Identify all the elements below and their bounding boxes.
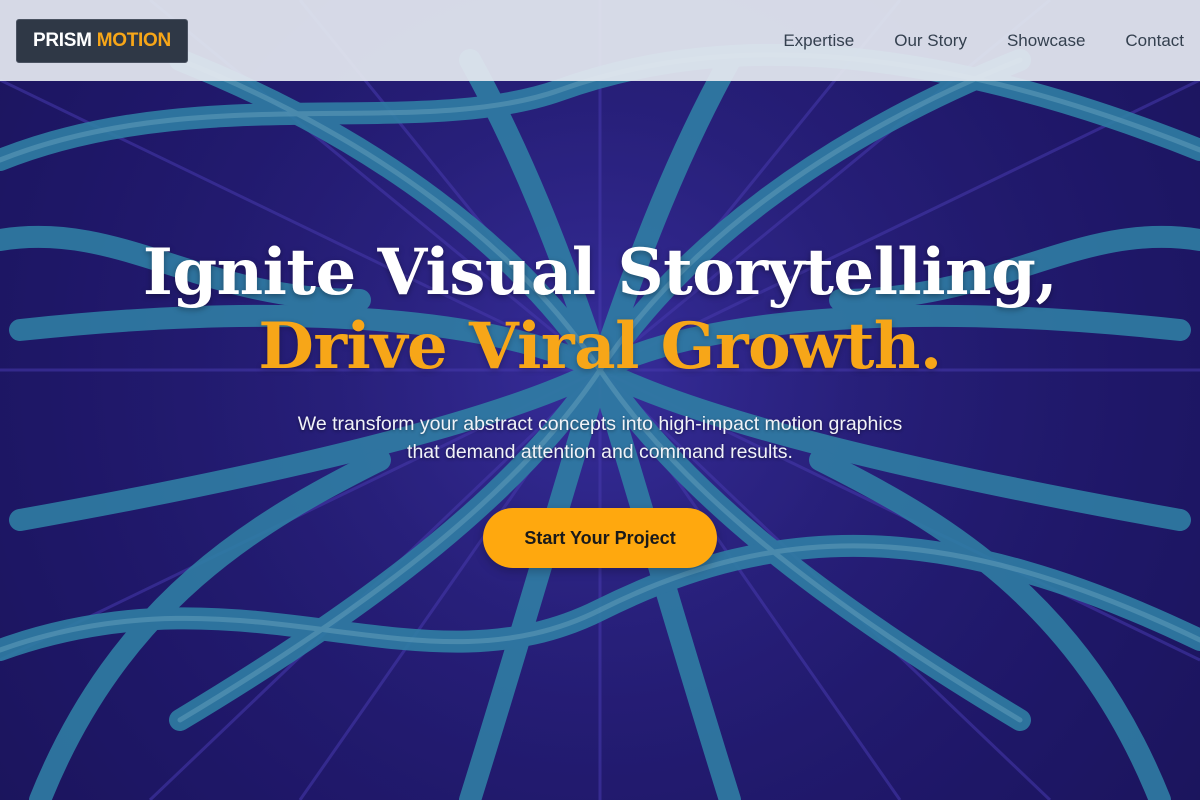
nav-item-expertise[interactable]: Expertise bbox=[783, 31, 854, 51]
start-project-button[interactable]: Start Your Project bbox=[483, 508, 717, 568]
nav-item-our-story[interactable]: Our Story bbox=[894, 31, 967, 51]
hero-subtext-line2: that demand attention and command result… bbox=[407, 441, 793, 463]
main-nav: Expertise Our Story Showcase Contact bbox=[783, 31, 1184, 51]
hero-subtext-line1: We transform your abstract concepts into… bbox=[297, 413, 903, 435]
brand-name-primary: PRISM bbox=[33, 29, 92, 51]
brand-name-accent: MOTION bbox=[96, 29, 172, 51]
hero-subtext: We transform your abstract concepts into… bbox=[0, 410, 1200, 466]
brand-logo[interactable]: PRISM MOTION bbox=[16, 18, 188, 63]
hero-headline: Ignite Visual Storytelling, Drive Viral … bbox=[0, 236, 1200, 384]
hero-headline-line2: Drive Viral Growth. bbox=[258, 309, 942, 384]
hero-section: Ignite Visual Storytelling, Drive Viral … bbox=[0, 236, 1200, 568]
landing-page: PRISM MOTION Expertise Our Story Showcas… bbox=[0, 0, 1200, 800]
nav-item-showcase[interactable]: Showcase bbox=[1007, 31, 1085, 51]
nav-item-contact[interactable]: Contact bbox=[1125, 31, 1184, 51]
site-header: PRISM MOTION Expertise Our Story Showcas… bbox=[0, 0, 1200, 81]
hero-headline-line1: Ignite Visual Storytelling, bbox=[142, 235, 1058, 310]
